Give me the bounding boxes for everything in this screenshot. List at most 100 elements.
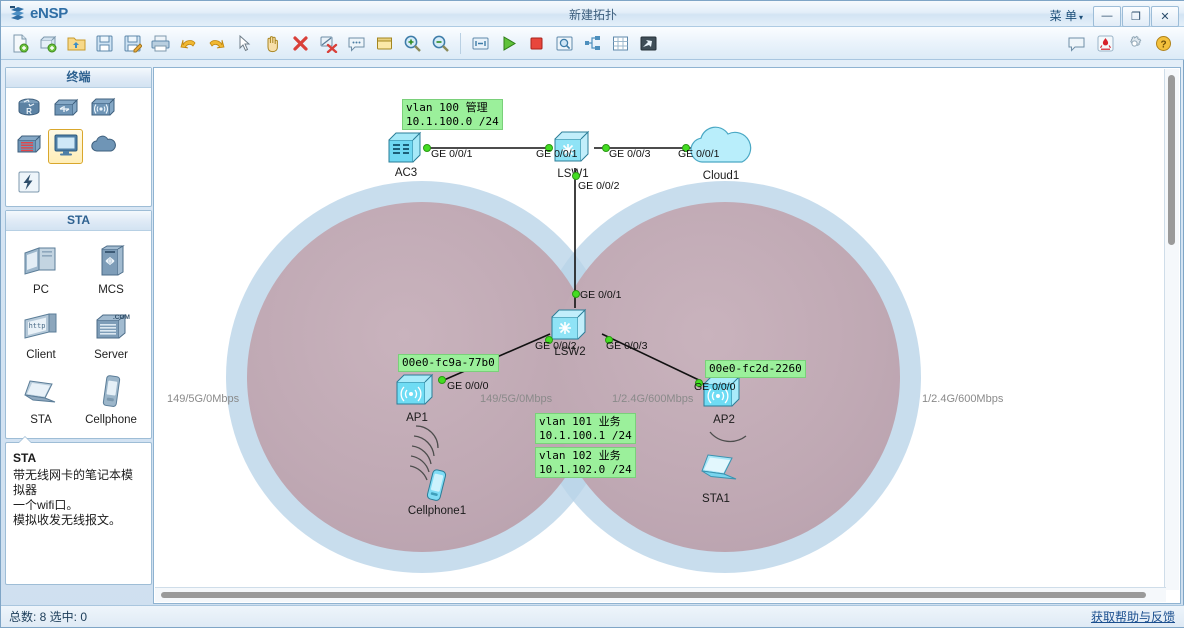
new-topology-icon[interactable] bbox=[7, 30, 34, 57]
ensp-main-window: eNSP 新建拓扑 菜 单 ▾ — ❐ ✕ ? 终端 R STA PC MCS … bbox=[0, 0, 1184, 628]
port-label-ap2-ge000: GE 0/0/0 bbox=[694, 381, 736, 393]
delete-icon[interactable] bbox=[287, 30, 314, 57]
topology-canvas[interactable]: AC3 LSW1 Cloud1 bbox=[154, 68, 1166, 589]
add-shape-icon[interactable] bbox=[371, 30, 398, 57]
cloud1-device-icon bbox=[690, 126, 752, 163]
sta-label-sta: STA bbox=[30, 414, 52, 426]
description-line-3: 一个wifi口。 bbox=[13, 498, 79, 512]
topology-canvas-container[interactable]: AC3 LSW1 Cloud1 bbox=[153, 67, 1181, 604]
stop-all-devices-icon[interactable] bbox=[523, 30, 550, 57]
client-icon: http bbox=[19, 306, 63, 346]
vlan102-tag: vlan 102 业务 10.1.102.0 /24 bbox=[535, 447, 636, 478]
open-file-icon[interactable] bbox=[63, 30, 90, 57]
ap1-mac-tag: 00e0-fc9a-77b0 bbox=[398, 354, 499, 372]
device-router[interactable]: R bbox=[11, 92, 46, 127]
pc-icon bbox=[19, 241, 63, 281]
device-wlan[interactable] bbox=[85, 92, 120, 127]
vlan101-tag: vlan 101 业务 10.1.100.1 /24 bbox=[535, 413, 636, 444]
sta-panel: STA PC MCS http Client .COM Server STA C… bbox=[5, 210, 152, 439]
router-icon: R bbox=[15, 95, 43, 124]
sta-item-cellphone[interactable]: Cellphone bbox=[76, 367, 146, 432]
device-description-box: STA 带无线网卡的笔记本模 拟器 一个wifi口。 模拟收发无线报文。 bbox=[5, 436, 152, 585]
sta-panel-title: STA bbox=[6, 211, 151, 231]
node-label-ac3: AC3 bbox=[394, 167, 418, 179]
menu-label: 菜 单 bbox=[1049, 9, 1077, 23]
port-label-lsw2-ge002: GE 0/0/2 bbox=[535, 340, 577, 352]
help-icon[interactable]: ? bbox=[1150, 30, 1177, 57]
toolbar-right-group: ? bbox=[1063, 30, 1177, 57]
sta-item-server[interactable]: .COM Server bbox=[76, 302, 146, 367]
lightning-icon bbox=[17, 170, 41, 197]
device-terminal[interactable] bbox=[48, 129, 83, 164]
new-device-icon[interactable] bbox=[35, 30, 62, 57]
undo-icon[interactable] bbox=[175, 30, 202, 57]
ap2-rate-right: 1/2.4G/600Mbps bbox=[922, 393, 1004, 405]
close-button[interactable]: ✕ bbox=[1151, 5, 1179, 27]
print-icon[interactable] bbox=[147, 30, 174, 57]
wlan-ap-icon bbox=[89, 95, 117, 124]
left-sidebar: 终端 R STA PC MCS http Client .COM Server … bbox=[5, 67, 152, 604]
huawei-logo-icon[interactable] bbox=[1092, 30, 1119, 57]
status-counts: 总数: 8 选中: 0 bbox=[9, 610, 88, 624]
sta-laptop-icon bbox=[18, 371, 64, 411]
device-connection[interactable] bbox=[11, 166, 46, 201]
packet-capture-icon[interactable] bbox=[551, 30, 578, 57]
zoom-in-icon[interactable] bbox=[399, 30, 426, 57]
canvas-horizontal-scroll-thumb[interactable] bbox=[161, 592, 1146, 598]
main-toolbar: ? bbox=[1, 27, 1184, 60]
description-line-2: 拟器 bbox=[13, 483, 38, 497]
node-sta1[interactable] bbox=[694, 451, 748, 494]
node-ap1[interactable] bbox=[394, 372, 440, 413]
topology-adjust-icon[interactable] bbox=[467, 30, 494, 57]
sta-item-mcs[interactable]: MCS bbox=[76, 237, 146, 302]
device-firewall[interactable] bbox=[11, 129, 46, 164]
canvas-vertical-scroll-thumb[interactable] bbox=[1168, 75, 1175, 245]
sta-label-mcs: MCS bbox=[98, 284, 124, 296]
node-label-sta1: STA1 bbox=[702, 493, 730, 505]
port-label-lsw1-ge003: GE 0/0/3 bbox=[609, 148, 651, 160]
add-note-icon[interactable] bbox=[343, 30, 370, 57]
zoom-out-icon[interactable] bbox=[427, 30, 454, 57]
show-interface-icon[interactable] bbox=[635, 30, 662, 57]
terminal-panel-title: 终端 bbox=[6, 68, 151, 88]
node-ac3[interactable] bbox=[386, 130, 426, 169]
save-icon[interactable] bbox=[91, 30, 118, 57]
sta-item-sta[interactable]: STA bbox=[6, 367, 76, 432]
save-as-icon[interactable] bbox=[119, 30, 146, 57]
maximize-restore-button[interactable]: ❐ bbox=[1122, 5, 1150, 27]
node-cloud1[interactable] bbox=[684, 120, 760, 173]
cellphone-icon bbox=[96, 371, 126, 411]
port-dot-ac3-ge001 bbox=[423, 144, 431, 152]
sta-item-pc[interactable]: PC bbox=[6, 237, 76, 302]
settings-gear-icon[interactable] bbox=[1121, 30, 1148, 57]
start-all-devices-icon[interactable] bbox=[495, 30, 522, 57]
chat-balloon-icon[interactable] bbox=[1063, 30, 1090, 57]
select-pointer-icon[interactable] bbox=[231, 30, 258, 57]
canvas-vertical-scrollbar[interactable] bbox=[1164, 69, 1179, 590]
svg-text:http: http bbox=[29, 322, 46, 330]
terminal-device-grid: R bbox=[6, 88, 151, 206]
ap2-mac-tag: 00e0-fc2d-2260 bbox=[705, 360, 806, 378]
node-label-ap2: AP2 bbox=[713, 414, 735, 426]
redo-icon[interactable] bbox=[203, 30, 230, 57]
minimize-button[interactable]: — bbox=[1093, 5, 1121, 27]
help-feedback-link[interactable]: 获取帮助与反馈 bbox=[1091, 608, 1175, 625]
grid-icon[interactable] bbox=[607, 30, 634, 57]
ap2-rate-left: 1/2.4G/600Mbps bbox=[612, 393, 694, 405]
title-bar: eNSP 新建拓扑 菜 单 ▾ — ❐ ✕ bbox=[1, 1, 1184, 27]
sta-label-client: Client bbox=[26, 349, 56, 361]
device-switch[interactable] bbox=[48, 92, 83, 127]
canvas-horizontal-scrollbar[interactable] bbox=[155, 587, 1166, 602]
cellphone1-device-icon bbox=[426, 469, 447, 501]
port-label-lsw2-ge003: GE 0/0/3 bbox=[606, 340, 648, 352]
device-cloud[interactable] bbox=[85, 129, 120, 164]
menu-button[interactable]: 菜 单 ▾ bbox=[1041, 4, 1092, 28]
port-label-ac3-ge001: GE 0/0/1 bbox=[431, 148, 473, 160]
sta-item-client[interactable]: http Client bbox=[6, 302, 76, 367]
terminal-panel: 终端 R bbox=[5, 67, 152, 207]
pan-hand-icon[interactable] bbox=[259, 30, 286, 57]
device-tree-icon[interactable] bbox=[579, 30, 606, 57]
delete-link-icon[interactable] bbox=[315, 30, 342, 57]
mcs-icon bbox=[89, 241, 133, 281]
window-title: 新建拓扑 bbox=[568, 8, 617, 22]
